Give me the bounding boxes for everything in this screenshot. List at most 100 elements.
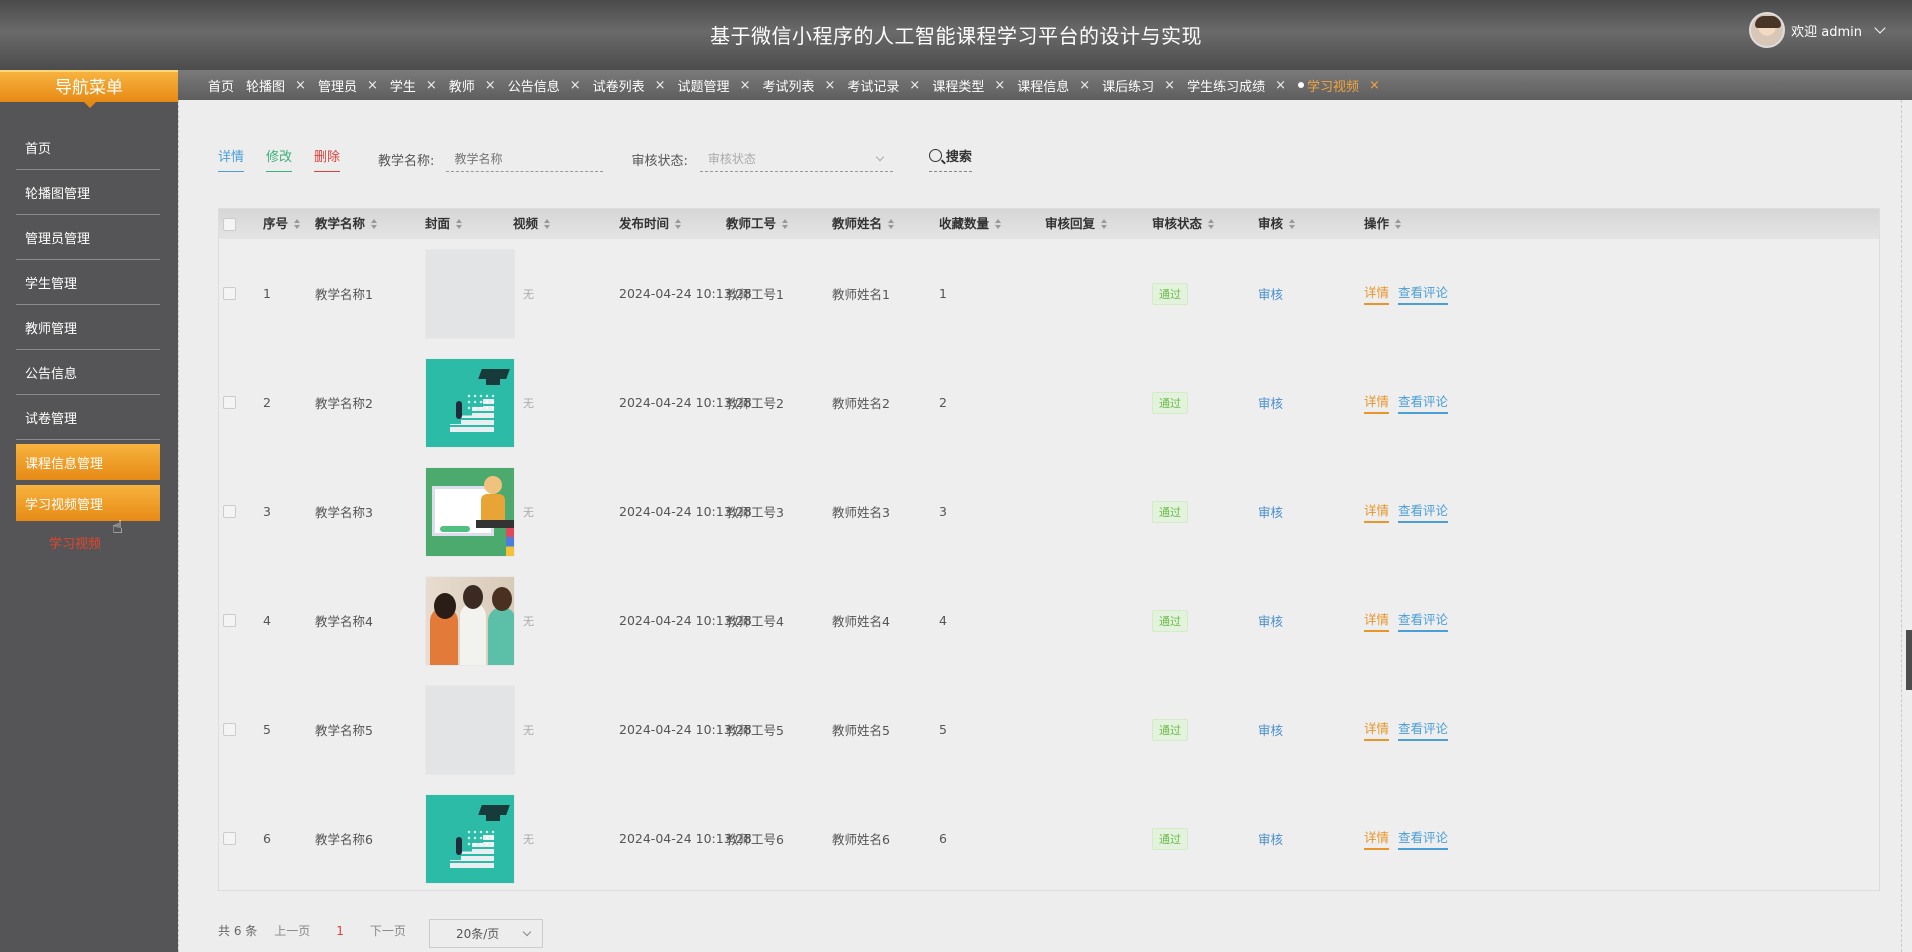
tab-label[interactable]: 考试列表 xyxy=(762,76,814,95)
chevron-down-icon[interactable] xyxy=(1874,22,1886,34)
sidebar-item[interactable]: 教师管理 xyxy=(16,305,160,350)
close-icon[interactable]: × xyxy=(740,78,751,93)
row-checkbox[interactable] xyxy=(223,239,236,348)
column-header[interactable]: 序号 xyxy=(263,209,301,239)
tab-item[interactable]: 课程类型 × xyxy=(932,76,1005,95)
close-icon[interactable]: × xyxy=(367,78,378,93)
select-all-checkbox[interactable] xyxy=(223,209,236,239)
sort-icon[interactable] xyxy=(456,219,463,229)
checkbox-icon[interactable] xyxy=(223,505,236,518)
sort-icon[interactable] xyxy=(544,219,551,229)
sidebar-item[interactable]: 学习视频管理 xyxy=(16,485,160,521)
tab-label[interactable]: 学习视频 xyxy=(1307,76,1359,95)
sort-icon[interactable] xyxy=(782,219,789,229)
tab-label[interactable]: 轮播图 xyxy=(246,76,285,95)
tab-label[interactable]: 管理员 xyxy=(318,76,357,95)
search-button[interactable]: 搜索 xyxy=(928,146,972,172)
close-icon[interactable]: × xyxy=(1164,78,1175,93)
sidebar-item[interactable]: 轮播图管理 xyxy=(16,170,160,215)
name-search-input[interactable] xyxy=(446,146,604,172)
view-comments-button[interactable]: 查看评论 xyxy=(1398,500,1449,523)
audit-link[interactable]: 审核 xyxy=(1258,720,1283,739)
tab-label[interactable]: 课程信息 xyxy=(1017,76,1069,95)
row-checkbox[interactable] xyxy=(223,675,236,784)
page-size-select[interactable]: 20条/页 xyxy=(428,919,543,948)
row-checkbox[interactable] xyxy=(223,457,236,566)
tab-label[interactable]: 教师 xyxy=(449,76,475,95)
checkbox-icon[interactable] xyxy=(223,832,236,845)
status-select[interactable]: 审核状态 xyxy=(699,146,893,172)
checkbox-icon[interactable] xyxy=(223,396,236,409)
sort-icon[interactable] xyxy=(1208,219,1215,229)
table-row[interactable]: 6 教学名称6 无 2024-04-24 10:13:28 教师工号6 教师姓名6 6 通过审… xyxy=(219,784,1879,893)
audit-link[interactable]: 审核 xyxy=(1258,611,1283,630)
tab-label[interactable]: 课后练习 xyxy=(1102,76,1154,95)
column-header[interactable]: 教学名称 xyxy=(315,209,378,239)
detail-button[interactable]: 详情 xyxy=(218,146,245,172)
column-header[interactable]: 教师姓名 xyxy=(832,209,895,239)
tab-item[interactable]: 学生练习成绩 × xyxy=(1187,76,1286,95)
checkbox-icon[interactable] xyxy=(223,217,236,231)
sort-icon[interactable] xyxy=(888,219,895,229)
view-comments-button[interactable]: 查看评论 xyxy=(1398,718,1449,741)
close-icon[interactable]: × xyxy=(909,78,920,93)
welcome-text[interactable]: 欢迎 admin xyxy=(1791,21,1862,40)
sidebar-subitem[interactable]: 学习视频 xyxy=(16,533,160,552)
row-detail-button[interactable]: 详情 xyxy=(1364,609,1390,632)
cover-image[interactable] xyxy=(425,684,515,775)
cover-image[interactable] xyxy=(425,575,515,666)
close-icon[interactable]: × xyxy=(570,78,581,93)
tab-item[interactable]: 公告信息 × xyxy=(508,76,581,95)
audit-link[interactable]: 审核 xyxy=(1258,284,1283,303)
user-menu[interactable]: 欢迎 admin xyxy=(1749,12,1886,48)
sidebar-item[interactable]: 首页 xyxy=(16,125,160,170)
tab-item[interactable]: 管理员 × xyxy=(318,76,378,95)
tab-label[interactable]: 试卷列表 xyxy=(593,76,645,95)
next-page-button[interactable]: 下一页 xyxy=(370,922,406,939)
sidebar-item[interactable]: 试卷管理 xyxy=(16,395,160,440)
close-icon[interactable]: × xyxy=(824,78,835,93)
sort-icon[interactable] xyxy=(371,219,378,229)
tab-item[interactable]: 首页 xyxy=(208,76,234,95)
cover-image[interactable] xyxy=(425,248,515,339)
sort-icon[interactable] xyxy=(294,219,301,229)
current-page[interactable]: 1 xyxy=(336,924,344,938)
row-detail-button[interactable]: 详情 xyxy=(1364,282,1390,305)
table-row[interactable]: 1 教学名称1 无 2024-04-24 10:13:28 教师工号1 教师姓名1 1 通过审… xyxy=(219,239,1879,348)
tab-item[interactable]: 教师 × xyxy=(449,76,496,95)
edit-button[interactable]: 修改 xyxy=(266,146,293,172)
column-header[interactable]: 教师工号 xyxy=(726,209,789,239)
tab-label[interactable]: 学生 xyxy=(390,76,416,95)
sort-icon[interactable] xyxy=(675,219,682,229)
close-icon[interactable]: × xyxy=(1275,78,1286,93)
cover-image[interactable] xyxy=(425,466,515,557)
sort-icon[interactable] xyxy=(995,219,1002,229)
tab-item[interactable]: 考试记录 × xyxy=(847,76,920,95)
close-icon[interactable]: × xyxy=(485,78,496,93)
column-header[interactable]: 封面 xyxy=(425,209,463,239)
tab-label[interactable]: 学生练习成绩 xyxy=(1187,76,1265,95)
view-comments-button[interactable]: 查看评论 xyxy=(1398,827,1449,850)
avatar[interactable] xyxy=(1749,12,1786,48)
cover-image[interactable] xyxy=(425,357,515,448)
tab-label[interactable]: 公告信息 xyxy=(508,76,560,95)
table-row[interactable]: 5 教学名称5 无 2024-04-24 10:13:28 教师工号5 教师姓名5 5 通过审… xyxy=(219,675,1879,784)
column-header[interactable]: 视频 xyxy=(513,209,551,239)
sidebar-item[interactable]: 学生管理 xyxy=(16,260,160,305)
checkbox-icon[interactable] xyxy=(223,287,236,300)
tab-item[interactable]: 课后练习 × xyxy=(1102,76,1175,95)
sidebar-item[interactable]: 课程信息管理 xyxy=(16,444,160,480)
close-icon[interactable]: × xyxy=(655,78,666,93)
close-icon[interactable]: × xyxy=(426,78,437,93)
table-row[interactable]: 4 教学名称4 无 2024-04-24 10:13:28 教师工号4 教师姓名4 4 通过审… xyxy=(219,566,1879,675)
table-row[interactable]: 2 教学名称2 无 2024-04-24 10:13:28 教师工号2 教师姓名2 2 通过审… xyxy=(219,348,1879,457)
row-detail-button[interactable]: 详情 xyxy=(1364,827,1390,850)
tab-item[interactable]: 考试列表 × xyxy=(762,76,835,95)
checkbox-icon[interactable] xyxy=(223,614,236,627)
close-icon[interactable]: × xyxy=(994,78,1005,93)
row-detail-button[interactable]: 详情 xyxy=(1364,718,1390,741)
tab-label[interactable]: 考试记录 xyxy=(847,76,899,95)
column-header[interactable]: 审核 xyxy=(1258,209,1296,239)
close-icon[interactable]: × xyxy=(1369,78,1380,93)
row-detail-button[interactable]: 详情 xyxy=(1364,500,1390,523)
